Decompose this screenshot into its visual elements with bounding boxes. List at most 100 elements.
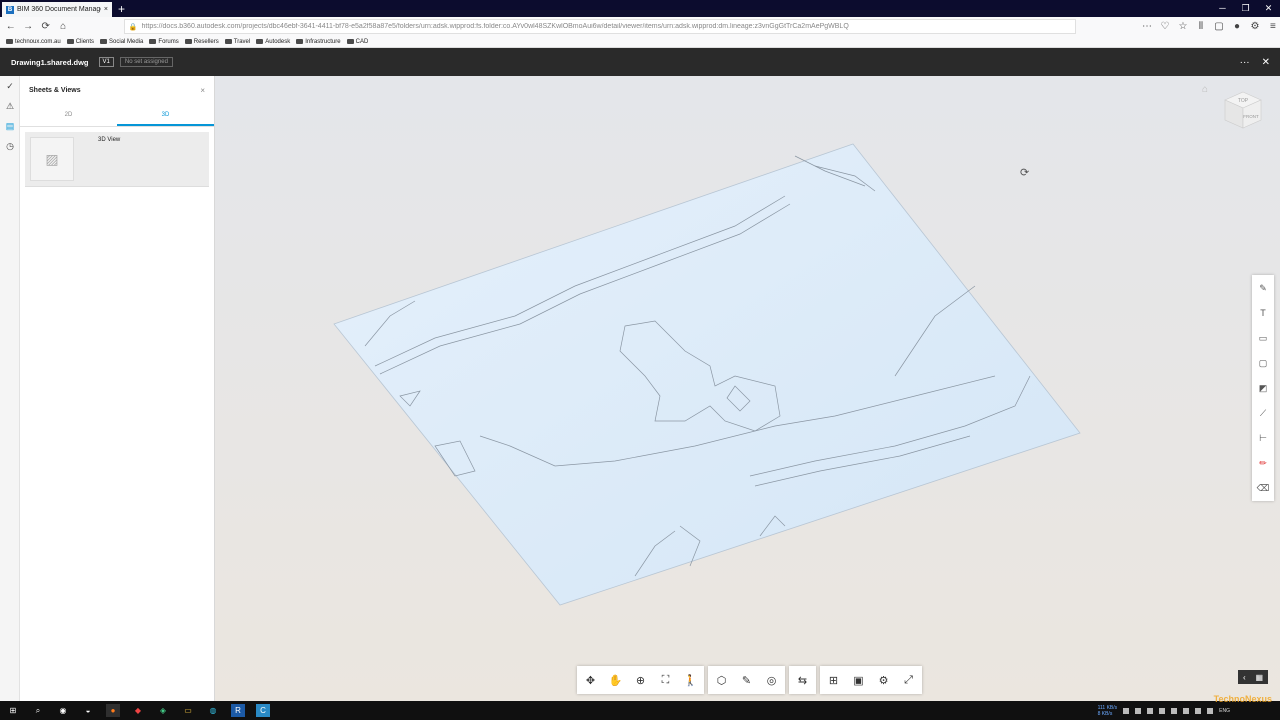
- model-surface[interactable]: [215, 76, 1280, 701]
- browser-app-icon[interactable]: ◆: [131, 704, 145, 717]
- view-item[interactable]: ▨ 3D View: [25, 132, 209, 187]
- callout-icon[interactable]: ▭: [1259, 329, 1268, 347]
- bookmark-item[interactable]: Autodesk: [256, 39, 290, 45]
- orbit-cursor-icon: ⟳: [1020, 167, 1030, 179]
- fullscreen-icon[interactable]: ⤢: [899, 674, 918, 687]
- issues-icon[interactable]: ✓: [0, 76, 20, 96]
- compare-group: ⇆: [789, 666, 816, 694]
- tray-icon[interactable]: [1147, 707, 1154, 714]
- pan-icon[interactable]: ✋: [606, 674, 625, 687]
- settings-gear-icon[interactable]: ⚙: [874, 674, 893, 687]
- close-window-button[interactable]: ✕: [1257, 0, 1280, 17]
- language-indicator[interactable]: ENG: [1219, 708, 1230, 714]
- orbit-icon[interactable]: ✥: [581, 674, 600, 687]
- viewcube-top-label: TOP: [1238, 98, 1249, 104]
- minimize-button[interactable]: ─: [1211, 0, 1234, 17]
- arrow-icon[interactable]: ⟋: [1260, 404, 1266, 422]
- dimension-icon[interactable]: ⊢: [1259, 429, 1267, 447]
- bookmark-item[interactable]: Travel: [224, 38, 251, 45]
- back-button[interactable]: ←: [4, 21, 17, 32]
- forward-button[interactable]: →: [21, 21, 34, 32]
- measure-icon[interactable]: ✎: [737, 674, 756, 687]
- bookmark-item[interactable]: technoux.com.au: [6, 39, 61, 45]
- bookmark-item[interactable]: Social Media: [100, 39, 143, 45]
- grid-icon[interactable]: ▦: [1255, 673, 1263, 682]
- bookmark-item[interactable]: Forums: [149, 39, 179, 45]
- watermark-logo: TechnoNexus: [1213, 694, 1272, 704]
- firefox-icon[interactable]: ●: [106, 704, 120, 717]
- url-bar[interactable]: 🔒 https://docs.b360.autodesk.com/project…: [123, 19, 1076, 34]
- set-badge[interactable]: No set assigned: [119, 57, 173, 67]
- app-icon[interactable]: ◒: [81, 704, 95, 717]
- history-icon[interactable]: ◷: [0, 136, 20, 156]
- panel-close-icon[interactable]: ×: [200, 86, 205, 95]
- compare-icon[interactable]: ⇆: [793, 674, 812, 687]
- home-view-icon[interactable]: ⌂: [1202, 84, 1208, 95]
- bookmark-item[interactable]: Clients: [66, 38, 95, 45]
- tray-icon[interactable]: [1135, 707, 1142, 714]
- version-badge[interactable]: V1: [98, 57, 114, 67]
- text-tool-icon[interactable]: T: [1260, 304, 1266, 322]
- maximize-button[interactable]: ❐: [1234, 0, 1257, 17]
- library-icon[interactable]: ⦀: [1194, 21, 1208, 32]
- civil3d-icon[interactable]: C: [256, 704, 270, 717]
- bookmark-item[interactable]: Resellers: [184, 39, 219, 45]
- page-actions-icon[interactable]: ⋯: [1140, 21, 1154, 32]
- bookmark-item[interactable]: Infrastructure: [296, 38, 341, 45]
- reload-button[interactable]: ⟳: [39, 21, 52, 32]
- warning-icon[interactable]: ⚠: [0, 96, 20, 116]
- model-viewer[interactable]: ⌂ TOP FRONT ⟳ ✎ T ▭ ▢ ◩ ⟋ ⊢ ✏ ⌫ ✥ ✋ ⊕ ⛶ …: [215, 76, 1280, 701]
- properties-icon[interactable]: ▣: [849, 674, 868, 687]
- app-icon[interactable]: ◉: [56, 704, 70, 717]
- tray-icon[interactable]: [1183, 707, 1190, 714]
- pen-icon[interactable]: ✎: [1259, 279, 1267, 297]
- bookmark-label: Travel: [233, 38, 251, 45]
- pocket-icon[interactable]: ♡: [1158, 21, 1172, 32]
- tray-icon[interactable]: [1123, 707, 1130, 714]
- area-icon[interactable]: ◩: [1259, 379, 1268, 397]
- settings-icon[interactable]: ⚙: [1248, 21, 1262, 32]
- browser-tab[interactable]: B BIM 360 Document Manageme... ×: [2, 2, 112, 17]
- app-icon[interactable]: ◍: [206, 704, 220, 717]
- model-browser-icon[interactable]: ⊞: [824, 674, 843, 687]
- new-tab-button[interactable]: +: [118, 2, 125, 17]
- close-viewer-icon[interactable]: ✕: [1262, 57, 1270, 68]
- search-icon[interactable]: ⌕: [31, 704, 45, 717]
- eraser-icon[interactable]: ⌫: [1257, 479, 1270, 497]
- chevron-left-icon[interactable]: ‹: [1243, 673, 1246, 682]
- folder-icon: [256, 39, 264, 44]
- tray-icon[interactable]: [1159, 707, 1166, 714]
- home-button[interactable]: ⌂: [56, 21, 69, 32]
- bim360-favicon: B: [6, 5, 14, 14]
- rectangle-icon[interactable]: ▢: [1259, 354, 1268, 372]
- color-pen-icon[interactable]: ✏: [1259, 454, 1267, 472]
- tab-2d[interactable]: 2D: [20, 105, 117, 126]
- walk-icon[interactable]: 🚶: [681, 674, 700, 687]
- zoom-icon[interactable]: ⊕: [631, 674, 650, 687]
- menu-icon[interactable]: ≡: [1266, 21, 1280, 32]
- sheets-icon[interactable]: ▤: [0, 116, 20, 136]
- chrome-icon[interactable]: ◈: [156, 704, 170, 717]
- bookmark-item[interactable]: CAD: [346, 39, 368, 45]
- extension-icon[interactable]: ●: [1230, 21, 1244, 32]
- bookmark-label: Infrastructure: [305, 38, 341, 45]
- bookmark-label: Clients: [75, 38, 95, 45]
- tray-icon[interactable]: [1207, 707, 1214, 714]
- fit-view-icon[interactable]: ⛶: [656, 674, 675, 687]
- tab-3d[interactable]: 3D: [117, 105, 214, 126]
- more-options-icon[interactable]: ···: [1240, 57, 1250, 68]
- section-icon[interactable]: ◎: [762, 674, 781, 687]
- tab-close-icon[interactable]: ×: [104, 6, 108, 13]
- bookmark-star-icon[interactable]: ☆: [1176, 21, 1190, 32]
- url-text: https://docs.b360.autodesk.com/projects/…: [141, 23, 849, 30]
- sidebar-icon[interactable]: ▢: [1212, 21, 1226, 32]
- viewcube[interactable]: TOP FRONT: [1221, 88, 1265, 132]
- revit-icon[interactable]: R: [231, 704, 245, 717]
- terrain-plane: [333, 143, 1081, 606]
- start-icon[interactable]: ⊞: [6, 704, 20, 717]
- tray-icon[interactable]: [1171, 707, 1178, 714]
- tray-icon[interactable]: [1195, 707, 1202, 714]
- explode-icon[interactable]: ⬡: [712, 674, 731, 687]
- tab-title: BIM 360 Document Manageme...: [17, 6, 101, 13]
- explorer-icon[interactable]: ▭: [181, 704, 195, 717]
